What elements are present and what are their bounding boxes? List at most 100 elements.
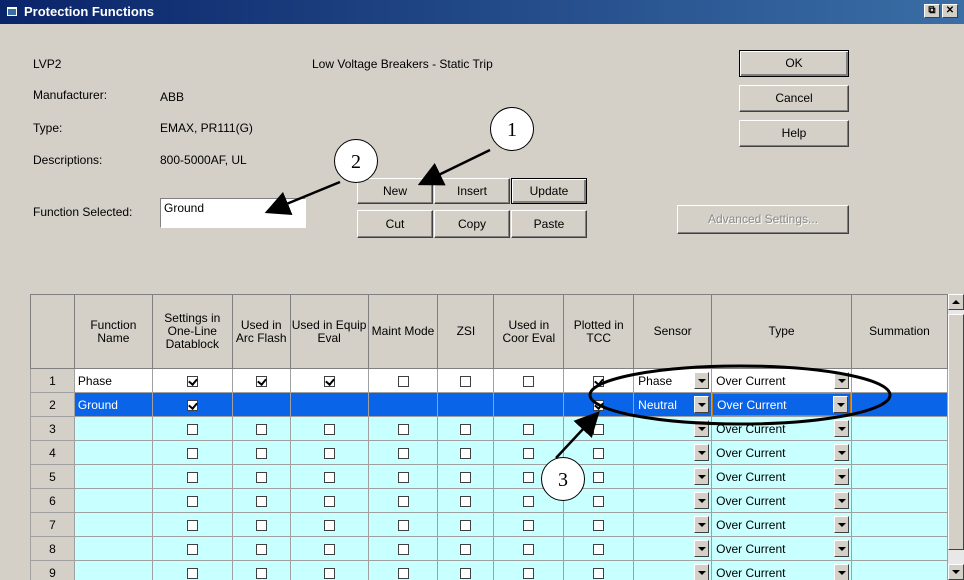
restore-button[interactable]: ⧉: [924, 4, 940, 18]
settings-cell[interactable]: [151, 392, 233, 417]
maint-cell[interactable]: [367, 440, 439, 465]
ok-button[interactable]: OK: [739, 50, 849, 77]
function-name-cell[interactable]: [73, 560, 153, 580]
coor-checkbox[interactable]: [523, 471, 535, 483]
zsi-checkbox[interactable]: [460, 447, 472, 459]
maint-checkbox[interactable]: [397, 471, 409, 483]
maint-cell[interactable]: [367, 392, 439, 417]
type-dropdown-arrow-icon[interactable]: [833, 396, 848, 413]
type-cell[interactable]: Over Current: [711, 440, 852, 465]
zsi-cell[interactable]: [437, 368, 495, 393]
equip-cell[interactable]: [289, 368, 369, 393]
function-name-cell[interactable]: Ground: [73, 392, 153, 417]
type-cell[interactable]: Over Current: [711, 512, 852, 537]
col-type[interactable]: Type: [711, 294, 852, 369]
settings-checkbox[interactable]: [186, 471, 198, 483]
zsi-cell[interactable]: [437, 416, 495, 441]
coor-cell[interactable]: [493, 512, 565, 537]
equip-cell[interactable]: [289, 536, 369, 561]
col-coor-eval[interactable]: Used in Coor Eval: [493, 294, 565, 369]
tcc-checkbox[interactable]: [593, 423, 605, 435]
coor-checkbox[interactable]: [523, 495, 535, 507]
maint-cell[interactable]: [367, 488, 439, 513]
vertical-scrollbar[interactable]: [948, 294, 964, 580]
zsi-cell[interactable]: [437, 512, 495, 537]
row-number[interactable]: 9: [30, 560, 75, 580]
zsi-cell[interactable]: [437, 536, 495, 561]
sensor-dropdown-arrow-icon[interactable]: [694, 516, 710, 533]
new-button[interactable]: New: [357, 178, 433, 204]
coor-cell[interactable]: [493, 416, 565, 441]
arc-cell[interactable]: [231, 560, 291, 580]
summation-cell[interactable]: [851, 464, 948, 489]
coor-checkbox[interactable]: [523, 519, 535, 531]
table-row[interactable]: 4 Over Current: [30, 440, 948, 465]
maint-checkbox[interactable]: [397, 519, 409, 531]
function-selected-input[interactable]: Ground: [160, 198, 306, 228]
table-row[interactable]: 9 Over Current: [30, 560, 948, 580]
equip-checkbox[interactable]: [323, 447, 335, 459]
col-sensor[interactable]: Sensor: [633, 294, 713, 369]
row-number[interactable]: 1: [30, 368, 75, 393]
type-cell[interactable]: Over Current: [711, 416, 852, 441]
maint-cell[interactable]: [367, 464, 439, 489]
type-dropdown-arrow-icon[interactable]: [834, 372, 849, 389]
help-button[interactable]: Help: [739, 120, 849, 147]
tcc-cell[interactable]: [563, 560, 635, 580]
row-number[interactable]: 8: [30, 536, 75, 561]
title-bar[interactable]: Protection Functions ⧉ ✕: [0, 0, 964, 24]
sensor-cell[interactable]: [633, 464, 713, 489]
tcc-checkbox[interactable]: [593, 567, 605, 579]
equip-checkbox[interactable]: [323, 471, 335, 483]
sensor-cell[interactable]: [633, 440, 713, 465]
zsi-checkbox[interactable]: [460, 375, 472, 387]
equip-checkbox[interactable]: [323, 495, 335, 507]
settings-checkbox[interactable]: [186, 519, 198, 531]
scroll-up-arrow-icon[interactable]: [948, 294, 964, 310]
type-dropdown-arrow-icon[interactable]: [834, 564, 849, 580]
maint-cell[interactable]: [367, 560, 439, 580]
summation-cell[interactable]: [851, 392, 948, 417]
arc-cell[interactable]: [231, 416, 291, 441]
maint-cell[interactable]: [367, 368, 439, 393]
sensor-cell[interactable]: [633, 512, 713, 537]
coor-checkbox[interactable]: [523, 543, 535, 555]
equip-checkbox[interactable]: [323, 375, 335, 387]
settings-cell[interactable]: [151, 464, 233, 489]
equip-checkbox[interactable]: [323, 519, 335, 531]
function-name-cell[interactable]: Phase: [73, 368, 153, 393]
coor-cell[interactable]: [493, 560, 565, 580]
type-dropdown-arrow-icon[interactable]: [834, 516, 849, 533]
equip-cell[interactable]: [289, 488, 369, 513]
arc-cell[interactable]: [231, 440, 291, 465]
tcc-checkbox[interactable]: [593, 399, 605, 411]
sensor-dropdown-arrow-icon[interactable]: [694, 492, 710, 509]
summation-cell[interactable]: [851, 368, 948, 393]
tcc-checkbox[interactable]: [593, 375, 605, 387]
type-dropdown-arrow-icon[interactable]: [834, 420, 849, 437]
col-plotted-tcc[interactable]: Plotted in TCC: [563, 294, 635, 369]
equip-cell[interactable]: [289, 560, 369, 580]
table-row[interactable]: 7 Over Current: [30, 512, 948, 537]
arc-checkbox[interactable]: [255, 423, 267, 435]
maint-checkbox[interactable]: [397, 567, 409, 579]
settings-cell[interactable]: [151, 488, 233, 513]
row-number[interactable]: 7: [30, 512, 75, 537]
cut-button[interactable]: Cut: [357, 210, 433, 238]
settings-checkbox[interactable]: [186, 423, 198, 435]
zsi-checkbox[interactable]: [460, 471, 472, 483]
sensor-dropdown-arrow-icon[interactable]: [694, 540, 710, 557]
function-name-cell[interactable]: [73, 440, 153, 465]
arc-cell[interactable]: [231, 512, 291, 537]
maint-checkbox[interactable]: [397, 423, 409, 435]
summation-cell[interactable]: [851, 560, 948, 580]
col-equip-eval[interactable]: Used in Equip Eval: [289, 294, 369, 369]
settings-checkbox[interactable]: [186, 399, 198, 411]
table-row[interactable]: 8 Over Current: [30, 536, 948, 561]
sensor-cell[interactable]: [633, 488, 713, 513]
summation-cell[interactable]: [851, 512, 948, 537]
sensor-cell[interactable]: [633, 536, 713, 561]
tcc-cell[interactable]: [563, 392, 635, 417]
zsi-checkbox[interactable]: [460, 495, 472, 507]
zsi-cell[interactable]: [437, 440, 495, 465]
